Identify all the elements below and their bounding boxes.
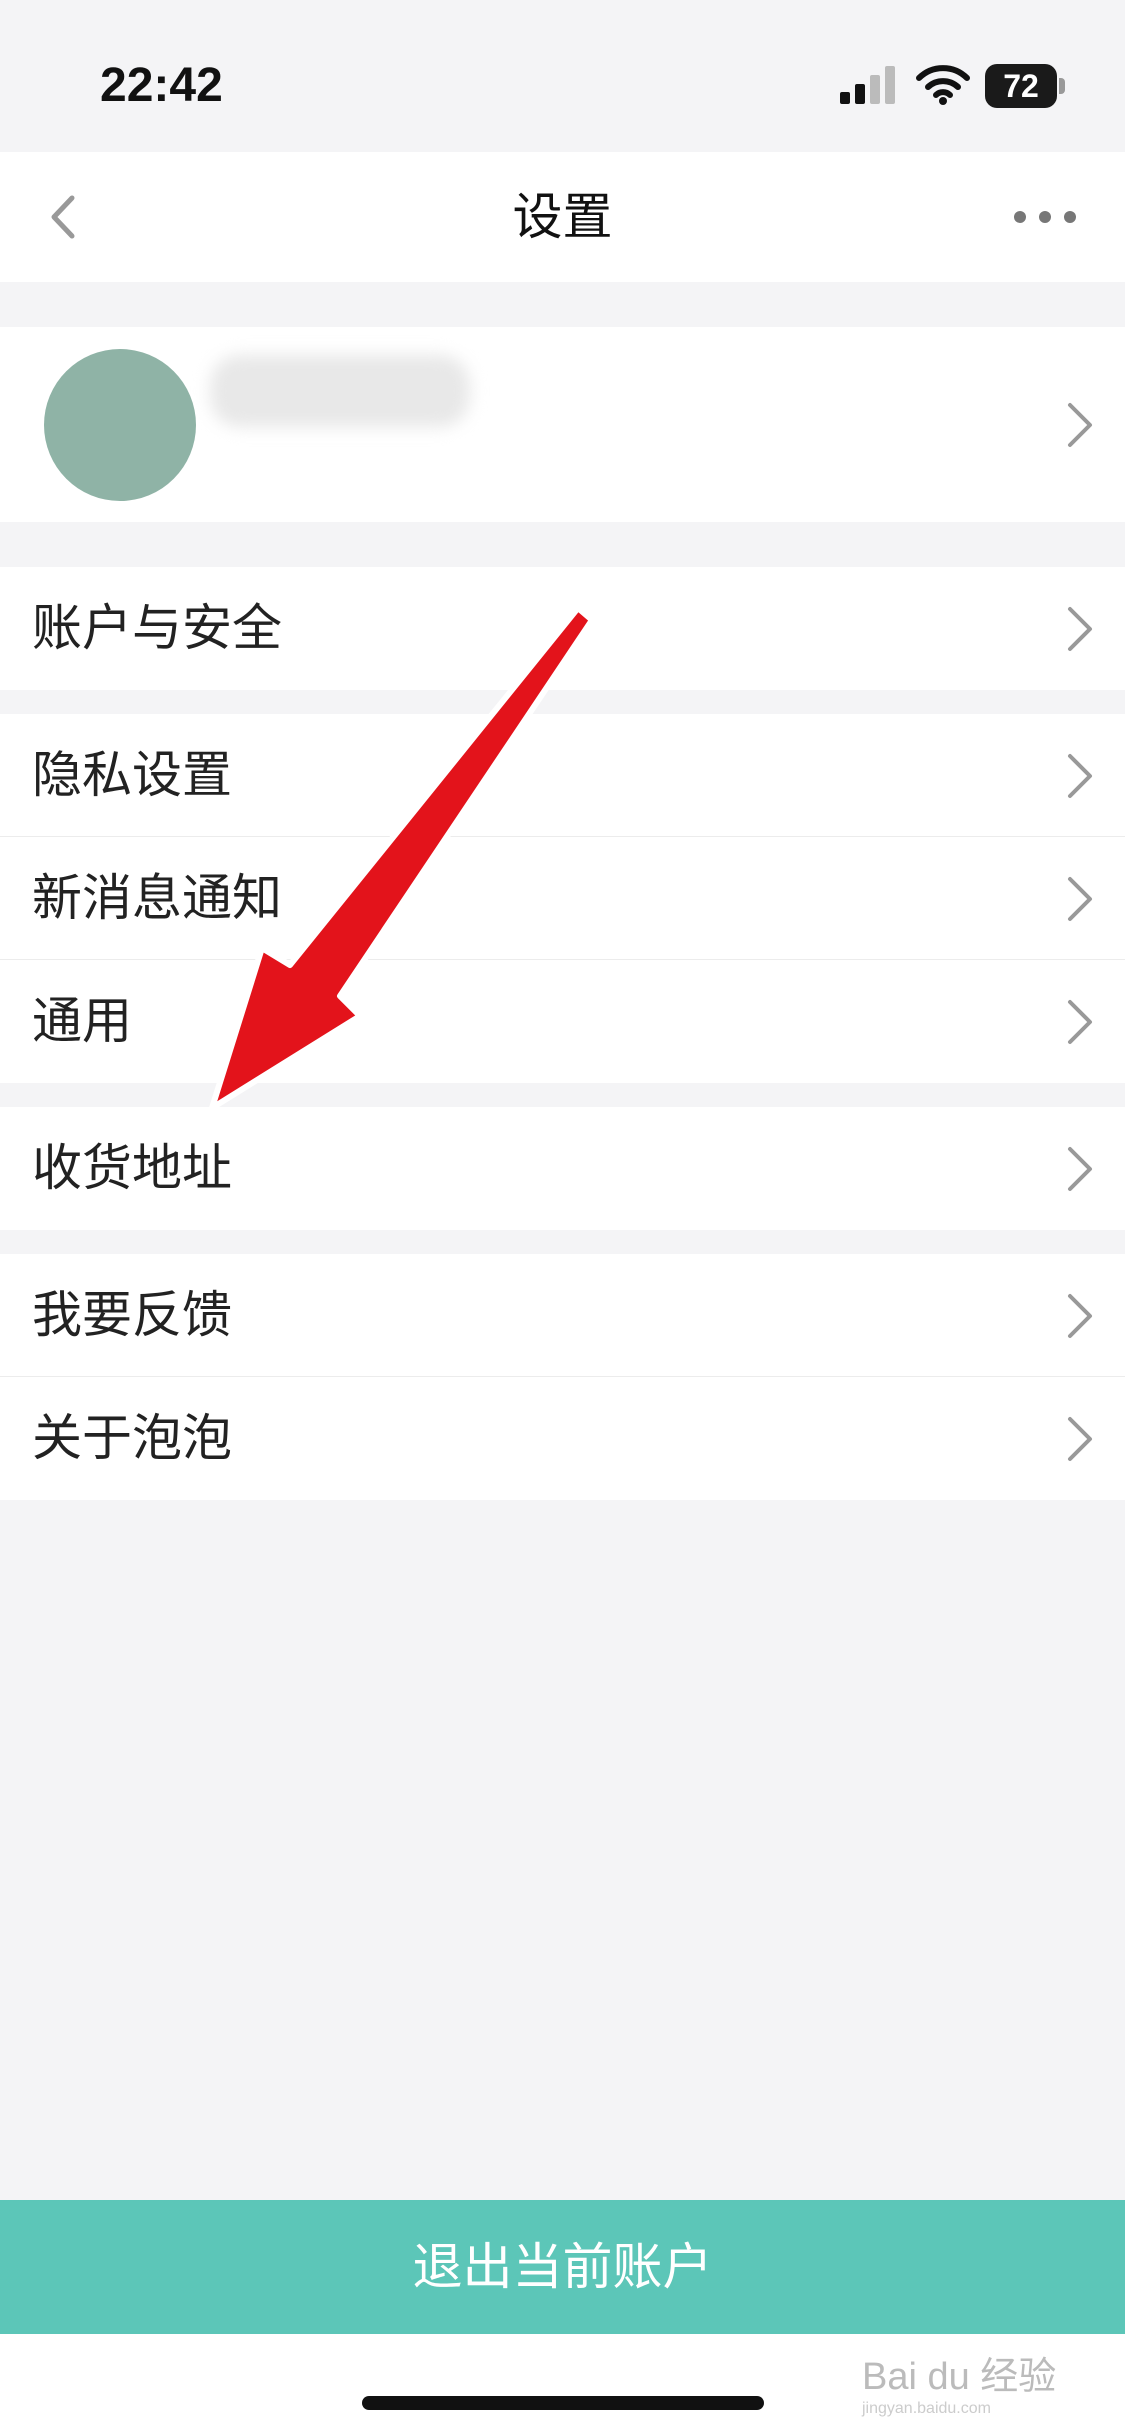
menu-item-notifications[interactable]: 新消息通知 (0, 837, 1125, 960)
chevron-right-icon (1068, 1294, 1092, 1338)
status-time: 22:42 (100, 59, 223, 112)
menu-item-feedback[interactable]: 我要反馈 (0, 1254, 1125, 1377)
profile-row[interactable] (0, 327, 1125, 522)
wifi-icon (916, 65, 970, 105)
avatar (44, 349, 196, 501)
watermark-brand: Bai du 经验 (862, 2356, 1057, 2398)
menu-item-about[interactable]: 关于泡泡 (0, 1377, 1125, 1500)
menu-item-account-security[interactable]: 账户与安全 (0, 567, 1125, 690)
menu-item-address[interactable]: 收货地址 (0, 1107, 1125, 1230)
page-title: 设置 (512, 188, 613, 246)
menu-item-label: 我要反馈 (32, 1286, 232, 1344)
menu-item-label: 通用 (32, 992, 132, 1050)
menu-item-label: 账户与安全 (32, 599, 282, 657)
username-blurred (210, 355, 470, 427)
battery-icon: 72 (985, 64, 1065, 108)
chevron-right-icon (1068, 754, 1092, 798)
menu-item-label: 新消息通知 (32, 869, 282, 927)
chevron-right-icon (1068, 1147, 1092, 1191)
menu-item-label: 关于泡泡 (32, 1409, 232, 1467)
menu-item-general[interactable]: 通用 (0, 960, 1125, 1083)
menu-item-label: 隐私设置 (32, 746, 232, 804)
chevron-right-icon (1068, 403, 1092, 447)
logout-button[interactable]: 退出当前账户 (0, 2200, 1125, 2334)
chevron-right-icon (1068, 1417, 1092, 1461)
cellular-signal-icon (840, 66, 895, 104)
chevron-right-icon (1068, 877, 1092, 921)
baidu-watermark: Bai du 经验 jingyan.baidu.com (862, 2345, 1062, 2417)
more-icon[interactable] (1010, 192, 1080, 242)
chevron-right-icon (1068, 607, 1092, 651)
chevron-right-icon (1068, 1000, 1092, 1044)
battery-level: 72 (1003, 68, 1039, 104)
menu-item-label: 收货地址 (32, 1139, 232, 1197)
nav-bar: 设置 (0, 152, 1125, 282)
menu-item-privacy[interactable]: 隐私设置 (0, 714, 1125, 837)
home-indicator (362, 2396, 764, 2410)
watermark-url: jingyan.baidu.com (862, 2400, 991, 2417)
